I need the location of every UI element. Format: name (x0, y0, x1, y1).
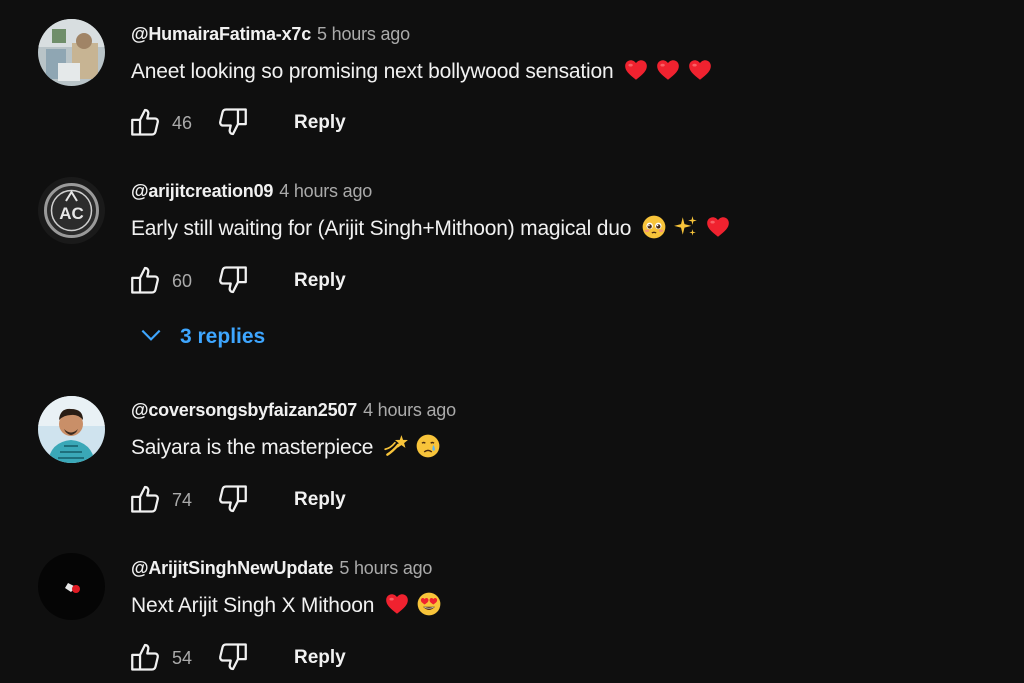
like-button[interactable] (128, 482, 164, 518)
avatar[interactable] (38, 553, 105, 620)
chevron-down-icon (138, 322, 164, 348)
avatar-monogram: AC (59, 204, 84, 223)
dizzy-emoji (383, 433, 409, 459)
thumbs-down-icon (216, 105, 250, 139)
comment-actions: 74 Reply (128, 482, 428, 518)
comment-body: Saiyara is the masterpiece (131, 436, 374, 459)
red-heart-emoji (705, 214, 731, 240)
comment-header: @arijitcreation09 4 hours ago (131, 178, 372, 204)
like-button[interactable] (128, 640, 164, 676)
like-button[interactable] (128, 105, 164, 141)
channel-handle[interactable]: @ArijitSinghNewUpdate (131, 558, 334, 578)
dislike-button[interactable] (216, 263, 252, 299)
comment-body: Aneet looking so promising next bollywoo… (131, 60, 614, 83)
reply-button[interactable]: Reply (288, 640, 352, 676)
pleading-face-emoji (641, 214, 667, 240)
avatar[interactable]: AC (38, 177, 105, 244)
avatar[interactable] (38, 396, 105, 463)
thumbs-up-icon (128, 640, 162, 674)
reply-button[interactable]: Reply (288, 105, 352, 141)
red-heart-emoji (384, 591, 410, 617)
reply-button[interactable]: Reply (288, 263, 352, 299)
red-heart-emoji (687, 57, 713, 83)
thumbs-up-icon (128, 263, 162, 297)
comment-header: @coversongsbyfaizan2507 4 hours ago (131, 397, 456, 423)
thumbs-down-icon (216, 640, 250, 674)
channel-handle[interactable]: @coversongsbyfaizan2507 (131, 400, 357, 420)
dislike-button[interactable] (216, 105, 252, 141)
thumbs-up-icon (128, 105, 162, 139)
replies-label: 3 replies (180, 325, 266, 348)
thumbs-down-icon (216, 263, 250, 297)
like-count: 74 (172, 490, 193, 510)
heart-eyes-emoji (416, 591, 442, 617)
thumbs-up-icon (128, 482, 162, 516)
thumbs-down-icon (216, 482, 250, 516)
channel-handle[interactable]: @HumairaFatima-x7c (131, 24, 311, 44)
avatar[interactable] (38, 19, 105, 86)
comment-body: Next Arijit Singh X Mithoon (131, 594, 375, 617)
crying-face-emoji (415, 433, 441, 459)
timestamp[interactable]: 5 hours ago (317, 24, 410, 44)
timestamp[interactable]: 4 hours ago (363, 400, 456, 420)
like-count: 54 (172, 648, 193, 668)
dislike-button[interactable] (216, 640, 252, 676)
comment-text: Saiyara is the masterpiece (131, 433, 441, 463)
view-replies-button[interactable]: 3 replies (138, 319, 265, 355)
comment-body: Early still waiting for (Arijit Singh+Mi… (131, 217, 632, 240)
dislike-button[interactable] (216, 482, 252, 518)
like-count: 46 (172, 113, 193, 133)
like-button[interactable] (128, 263, 164, 299)
red-heart-emoji (655, 57, 681, 83)
comment-actions: 60 Reply (128, 263, 428, 299)
channel-handle[interactable]: @arijitcreation09 (131, 181, 273, 201)
comment-actions: 46 Reply (128, 105, 428, 141)
timestamp[interactable]: 4 hours ago (279, 181, 372, 201)
timestamp[interactable]: 5 hours ago (339, 558, 432, 578)
comment-actions: 54 Reply (128, 640, 428, 676)
comment-header: @HumairaFatima-x7c 5 hours ago (131, 21, 410, 47)
red-heart-emoji (623, 57, 649, 83)
comment-header: @ArijitSinghNewUpdate 5 hours ago (131, 555, 432, 581)
like-count: 60 (172, 271, 193, 291)
comment-text: Early still waiting for (Arijit Singh+Mi… (131, 214, 731, 244)
comment-text: Aneet looking so promising next bollywoo… (131, 57, 713, 87)
reply-button[interactable]: Reply (288, 482, 352, 518)
sparkles-emoji (673, 214, 699, 240)
comment-text: Next Arijit Singh X Mithoon (131, 591, 442, 621)
